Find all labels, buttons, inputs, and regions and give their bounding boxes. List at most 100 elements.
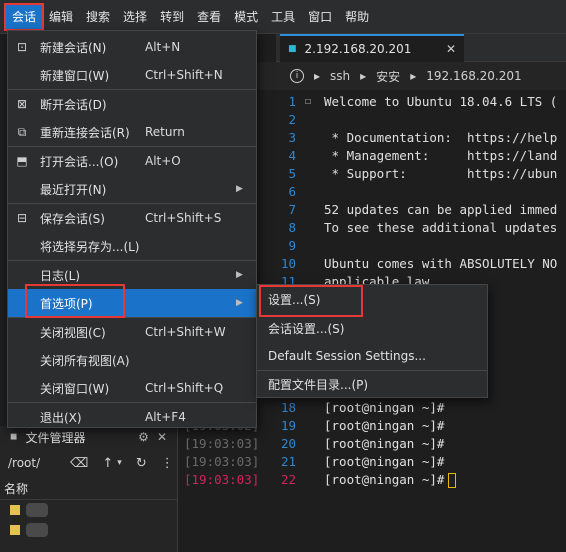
menu-item-label: 重新连接会话(R) (40, 125, 130, 140)
file-manager-pathbar: /root/ ⌫ ↑ ▾ ↻ ⋮ (0, 448, 177, 478)
menu-2[interactable]: 搜索 (80, 5, 116, 29)
line-number: 9 (288, 238, 296, 253)
list-item[interactable] (0, 520, 177, 540)
folder-icon (10, 505, 20, 515)
dropdown-chevron-icon[interactable]: ▾ (117, 458, 122, 468)
menu-item-label: 退出(X) (40, 410, 82, 425)
menu-3[interactable]: 选择 (117, 5, 153, 29)
file-manager-title: 文件管理器 (25, 430, 86, 445)
line-number: 4 (288, 148, 296, 163)
terminal-cursor (448, 473, 457, 488)
clear-path-icon[interactable]: ⌫ (70, 456, 88, 471)
tab-close-icon[interactable]: ✕ (446, 42, 456, 56)
line-text: To see these additional updates (324, 220, 558, 235)
new-session-icon: ⊡ (16, 40, 28, 54)
menu-item-shortcut: Return (145, 125, 185, 139)
menu-item-label: 日志(L) (40, 268, 81, 283)
menu-item-label: 关闭窗口(W) (40, 381, 110, 396)
menu-separator (257, 370, 487, 371)
highlight-box (259, 285, 363, 317)
gear-icon[interactable]: ⚙ (138, 430, 149, 444)
disconnect-icon: ⊠ (16, 97, 28, 111)
line-text: Welcome to Ubuntu 18.04.6 LTS ( (324, 94, 558, 109)
reconnect-icon: ⧉ (17, 124, 27, 139)
session-menu-item-4[interactable]: ⬒ 打开会话...(O) Alt+O (8, 147, 256, 175)
up-directory-icon[interactable]: ↑ (102, 456, 113, 471)
preferences-submenu: 设置...(S) 会话设置...(S) Default Session Settin… (256, 284, 488, 398)
folder-icon (10, 525, 20, 535)
more-icon[interactable]: ⋮ (161, 456, 174, 471)
line-text: [root@ningan ~]# (324, 400, 445, 415)
menu-8[interactable]: 窗口 (302, 5, 338, 29)
tab-title: 2.192.168.20.201 (304, 42, 412, 56)
breadcrumb-separator-icon: ▸ (314, 69, 321, 83)
line-text: [root@ningan ~]# (324, 418, 445, 433)
line-timestamp: [19:03:03] (184, 436, 260, 451)
breadcrumb-separator-icon: ▸ (410, 69, 417, 83)
session-menu-item-13[interactable]: 退出(X) Alt+F4 (8, 403, 256, 431)
close-icon[interactable]: ✕ (157, 430, 167, 444)
menu-item-label: 断开会话(D) (40, 97, 107, 112)
breadcrumb-item-ssh[interactable]: ssh (330, 69, 350, 83)
column-header-name[interactable]: 名称 (0, 478, 177, 500)
redacted-name (26, 523, 48, 537)
line-text: [root@ningan ~]# (324, 454, 445, 469)
submenu-arrow-icon: ▶ (236, 298, 243, 308)
terminal-line: [19:03:03] 20 [root@ningan ~]# (180, 435, 566, 453)
menu-item-label: 关闭视图(C) (40, 325, 106, 340)
menu-item-label: 新建会话(N) (40, 40, 107, 55)
line-number: 7 (288, 202, 296, 217)
session-menu: ⊡ 新建会话(N) Alt+N 新建窗口(W) Ctrl+Shift+N ⊠ 断开会话(D)… (7, 30, 257, 428)
line-number: 1 (288, 94, 296, 109)
breadcrumb-item-host[interactable]: 192.168.20.201 (426, 69, 521, 83)
line-text: * Management: https://land (324, 148, 558, 163)
menu-6[interactable]: 模式 (228, 5, 264, 29)
line-number: 22 (280, 472, 296, 487)
file-manager-panel: ◼ 文件管理器 ⚙ ✕ /root/ ⌫ ↑ ▾ ↻ ⋮ 名称 (0, 426, 178, 552)
preferences-submenu-item-3[interactable]: 配置文件目录...(P) (257, 371, 487, 399)
path-input[interactable]: /root/ (8, 456, 56, 470)
terminal-line: [19:03:03] 22 [root@ningan ~]# (180, 471, 566, 489)
breadcrumb-item-group[interactable]: 安安 (376, 68, 400, 85)
submenu-arrow-icon: ▶ (236, 184, 243, 194)
menu-9[interactable]: 帮助 (339, 5, 375, 29)
connected-dot-icon: ■ (288, 44, 297, 54)
info-icon[interactable]: i (290, 69, 304, 83)
collapse-chevron-icon[interactable]: ☐ (305, 93, 311, 111)
session-menu-item-11[interactable]: 关闭所有视图(A) (8, 346, 256, 374)
menu-0[interactable]: 会话 (3, 2, 45, 31)
session-menu-item-12[interactable]: 关闭窗口(W) Ctrl+Shift+Q (8, 374, 256, 402)
line-text: [root@ningan ~]# (324, 471, 457, 489)
line-number: 10 (280, 256, 296, 271)
list-item[interactable] (0, 500, 177, 520)
line-text: 52 updates can be applied immed (324, 202, 558, 217)
menu-item-shortcut: Alt+O (145, 154, 181, 168)
session-menu-item-10[interactable]: 关闭视图(C) Ctrl+Shift+W (8, 318, 256, 346)
session-menu-item-2[interactable]: ⊠ 断开会话(D) (8, 90, 256, 118)
preferences-submenu-item-2[interactable]: Default Session Settings... (257, 342, 487, 370)
breadcrumb-separator-icon: ▸ (360, 69, 367, 83)
preferences-submenu-item-1[interactable]: 会话设置...(S) (257, 315, 487, 343)
line-text: Ubuntu comes with ABSOLUTELY NO (324, 256, 558, 271)
line-number: 3 (288, 130, 296, 145)
highlight-box (25, 284, 125, 318)
menu-item-shortcut: Alt+F4 (145, 410, 186, 424)
session-menu-item-3[interactable]: ⧉ 重新连接会话(R) Return (8, 118, 256, 146)
session-tab[interactable]: ■ 2.192.168.20.201 ✕ (280, 34, 464, 62)
line-number: 18 (280, 400, 296, 415)
session-menu-item-5[interactable]: 最近打开(N) ▶ (8, 175, 256, 203)
menu-separator (8, 260, 256, 261)
redacted-name (26, 503, 48, 517)
menu-item-label: 打开会话...(O) (40, 154, 119, 169)
menu-5[interactable]: 查看 (191, 5, 227, 29)
session-menu-item-6[interactable]: ⊟ 保存会话(S) Ctrl+Shift+S (8, 204, 256, 232)
session-menu-item-0[interactable]: ⊡ 新建会话(N) Alt+N (8, 33, 256, 61)
menu-item-label: 将选择另存为...(L) (40, 239, 140, 254)
refresh-icon[interactable]: ↻ (136, 456, 147, 471)
menu-1[interactable]: 编辑 (43, 5, 79, 29)
session-menu-item-1[interactable]: 新建窗口(W) Ctrl+Shift+N (8, 61, 256, 89)
menu-4[interactable]: 转到 (154, 5, 190, 29)
menu-7[interactable]: 工具 (265, 5, 301, 29)
menu-item-label: 保存会话(S) (40, 211, 105, 226)
session-menu-item-7[interactable]: 将选择另存为...(L) (8, 232, 256, 260)
